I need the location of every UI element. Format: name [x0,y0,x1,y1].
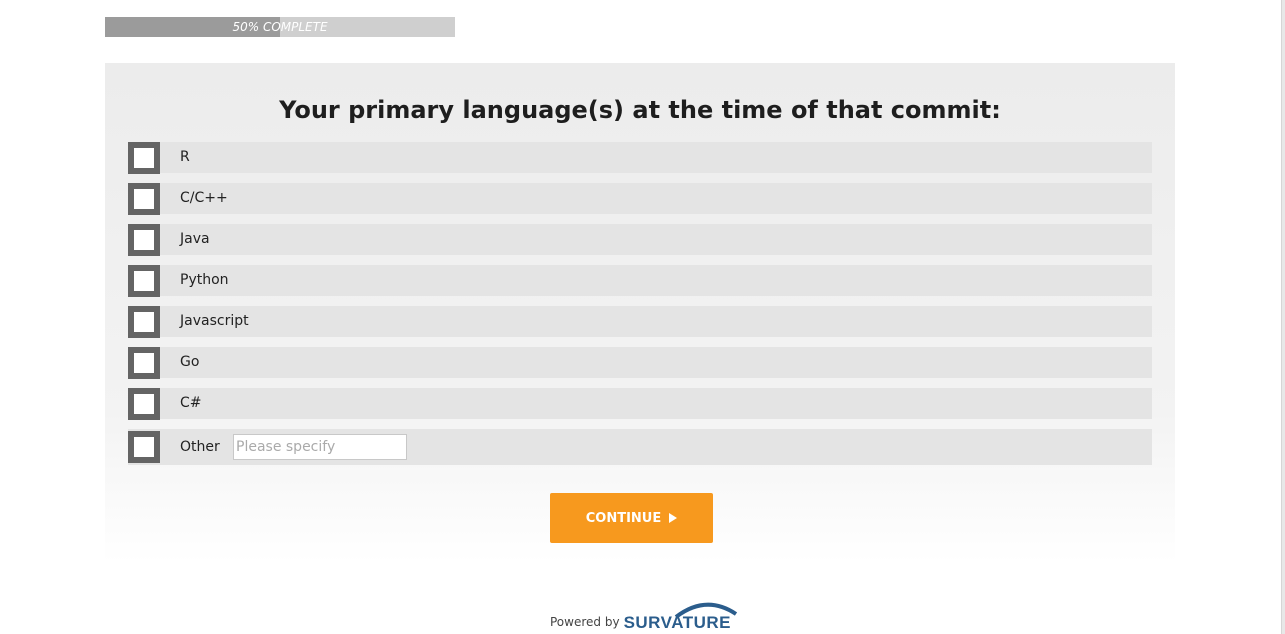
continue-button[interactable]: CONTINUE [550,493,713,543]
checkbox[interactable] [128,306,160,338]
option-row-background [128,388,1152,419]
option-row-background [128,142,1152,173]
option-label: Javascript [180,313,249,329]
checkbox[interactable] [128,431,160,463]
checkbox[interactable] [128,388,160,420]
powered-by-text: Powered by [550,615,620,629]
checkbox[interactable] [128,265,160,297]
option-go[interactable]: Go [128,347,1152,379]
option-row-background [128,183,1152,214]
checkbox-box [134,271,154,291]
option-row-background [128,347,1152,378]
footer: Powered by SURVATURE [550,602,737,632]
progress-bar: 50% COMPLETE [105,17,455,37]
checkbox-box [134,230,154,250]
question-card: Your primary language(s) at the time of … [105,63,1175,563]
option-label: C/C++ [180,190,228,206]
checkbox[interactable] [128,224,160,256]
option-label: Python [180,272,229,288]
scrollbar[interactable] [1281,0,1285,634]
other-specify-input[interactable] [233,434,407,460]
option-label: C# [180,395,202,411]
option-label: Go [180,354,200,370]
option-label: R [180,149,190,165]
question-title: Your primary language(s) at the time of … [279,96,1001,124]
option-javascript[interactable]: Javascript [128,306,1152,338]
option-python[interactable]: Python [128,265,1152,297]
option-java[interactable]: Java [128,224,1152,256]
option-row-background [128,224,1152,255]
survature-logo[interactable]: SURVATURE [624,602,737,632]
progress-label: 50% COMPLETE [232,20,328,34]
checkbox[interactable] [128,183,160,215]
checkbox-box [134,189,154,209]
checkbox-box [134,353,154,373]
checkbox[interactable] [128,347,160,379]
continue-button-label: CONTINUE [585,510,662,526]
option-label: Java [180,231,210,247]
options-list: R C/C++ Java Python Javascript Go C# Oth… [128,142,1152,475]
checkbox[interactable] [128,142,160,174]
survey-page: 50% COMPLETE Your primary language(s) at… [0,0,1285,634]
checkbox-box [134,437,154,457]
option-r[interactable]: R [128,142,1152,174]
checkbox-box [134,394,154,414]
checkbox-box [134,312,154,332]
option-csharp[interactable]: C# [128,388,1152,420]
option-c-cpp[interactable]: C/C++ [128,183,1152,215]
option-row-background [128,306,1152,337]
checkbox-box [134,148,154,168]
option-row-background [128,265,1152,296]
logo-arc-icon [674,602,737,618]
option-other[interactable]: Other [128,429,1152,465]
option-label: Other [180,439,220,455]
play-icon [669,513,678,523]
